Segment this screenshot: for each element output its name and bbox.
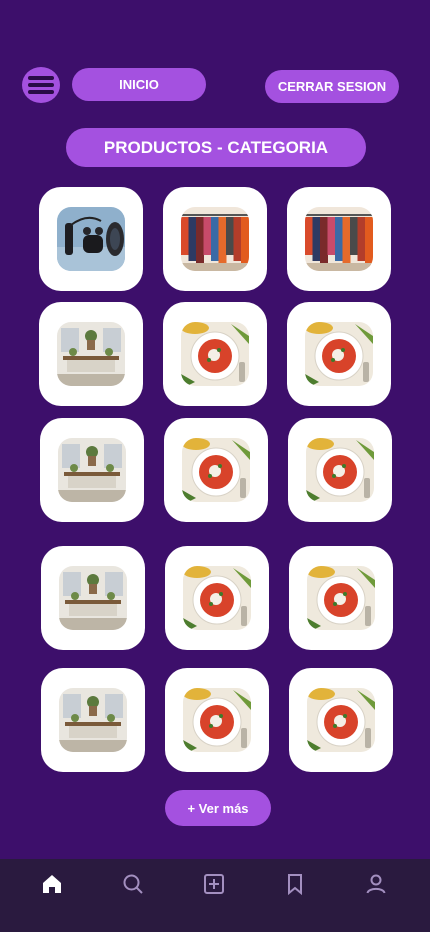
product-card[interactable]	[288, 418, 392, 522]
soup-bowl-image	[307, 566, 375, 630]
inicio-button[interactable]: INICIO	[72, 68, 206, 101]
hamburger-icon	[28, 76, 54, 94]
see-more-button[interactable]: + Ver más	[165, 790, 271, 826]
product-card[interactable]	[39, 187, 143, 291]
menu-button[interactable]	[22, 67, 60, 103]
living-room-image	[58, 438, 126, 502]
product-card[interactable]	[289, 668, 393, 772]
bookmark-icon[interactable]	[283, 872, 307, 896]
logout-button[interactable]: CERRAR SESION	[265, 70, 399, 103]
product-card[interactable]	[287, 302, 391, 406]
soup-bowl-image	[307, 688, 375, 752]
product-card[interactable]	[164, 418, 268, 522]
soup-bowl-image	[305, 322, 373, 386]
user-icon[interactable]	[364, 872, 388, 896]
page-title: PRODUCTOS - CATEGORIA	[66, 128, 366, 167]
product-card[interactable]	[289, 546, 393, 650]
soup-bowl-image	[182, 438, 250, 502]
product-card[interactable]	[41, 546, 145, 650]
home-icon[interactable]	[40, 872, 64, 896]
product-card[interactable]	[39, 302, 143, 406]
product-card[interactable]	[40, 418, 144, 522]
product-card[interactable]	[165, 546, 269, 650]
living-room-image	[57, 322, 125, 386]
electronics-image	[57, 207, 125, 271]
living-room-image	[59, 566, 127, 630]
clothing-rack-image	[305, 207, 373, 271]
add-square-icon[interactable]	[202, 872, 226, 896]
living-room-image	[59, 688, 127, 752]
product-card[interactable]	[41, 668, 145, 772]
bottom-tab-bar	[0, 859, 430, 932]
product-card[interactable]	[287, 187, 391, 291]
search-icon[interactable]	[121, 872, 145, 896]
product-card[interactable]	[163, 187, 267, 291]
clothing-rack-image	[181, 207, 249, 271]
product-card[interactable]	[163, 302, 267, 406]
soup-bowl-image	[183, 688, 251, 752]
product-card[interactable]	[165, 668, 269, 772]
soup-bowl-image	[181, 322, 249, 386]
soup-bowl-image	[306, 438, 374, 502]
soup-bowl-image	[183, 566, 251, 630]
